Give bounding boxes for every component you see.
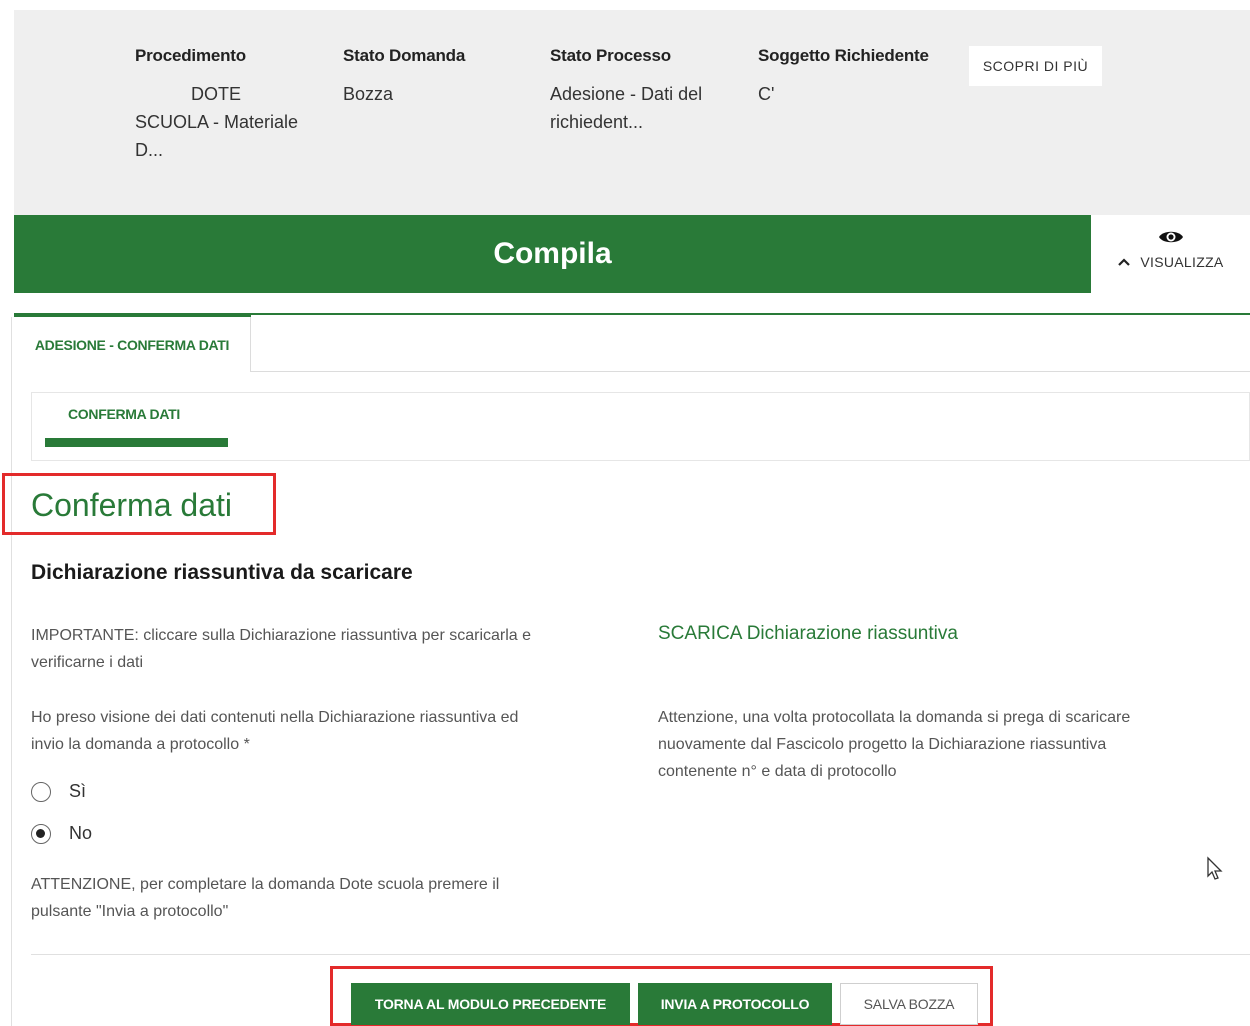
mouse-pointer-icon [1207, 856, 1223, 880]
section-subtitle: Dichiarazione riassuntiva da scaricare [31, 561, 413, 584]
scarica-dichiarazione-link[interactable]: SCARICA Dichiarazione riassuntiva [658, 623, 958, 645]
procedimento-value: DOTE SCUOLA - Materiale D... [135, 84, 299, 160]
attention-note-right: Attenzione, una volta protocollata la do… [658, 709, 1131, 780]
tab-divider [251, 371, 1250, 372]
radio-no-label: No [69, 823, 93, 843]
stato-processo-label: Stato Processo [550, 46, 671, 65]
invia-a-protocollo-button[interactable]: INVIA A PROTOCOLLO [638, 983, 832, 1025]
soggetto-richiedente-label: Soggetto Richiedente [758, 46, 929, 65]
radio-option-si[interactable]: Sì [31, 781, 86, 802]
compila-header: Compila [14, 215, 1091, 293]
scopri-di-piu-button[interactable]: SCOPRI DI PIÙ [969, 46, 1102, 86]
tab-label: ADESIONE - CONFERMA DATI [34, 336, 230, 353]
visualizza-toggle[interactable]: VISUALIZZA [1091, 215, 1250, 293]
visualizza-label: VISUALIZZA [1140, 254, 1224, 270]
radio-si-label: Sì [69, 781, 87, 801]
radio-no[interactable] [31, 823, 51, 844]
stato-processo-value: Adesione - Dati del richiedent... [550, 84, 703, 132]
active-subtab-indicator [45, 438, 228, 447]
soggetto-richiedente-column: Soggetto Richiedente C' [758, 46, 948, 108]
important-note: IMPORTANTE: cliccare sulla Dichiarazione… [31, 627, 532, 671]
procedimento-label: Procedimento [135, 46, 246, 65]
stato-domanda-column: Stato Domanda Bozza [343, 46, 533, 108]
tab-adesione-conferma-dati[interactable]: ADESIONE - CONFERMA DATI [14, 317, 251, 372]
radio-si[interactable] [31, 781, 51, 802]
procedimento-column: Procedimento DOTE SCUOLA - Materiale D..… [135, 46, 325, 164]
salva-bozza-button[interactable]: SALVA BOZZA [840, 983, 978, 1025]
content-border [11, 317, 12, 1026]
torna-al-modulo-precedente-button[interactable]: TORNA AL MODULO PRECEDENTE [351, 983, 630, 1025]
stato-processo-column: Stato Processo Adesione - Dati del richi… [550, 46, 740, 136]
confirmation-question: Ho preso visione dei dati contenuti nell… [31, 709, 519, 753]
radio-option-no[interactable]: No [31, 823, 92, 844]
stato-domanda-value: Bozza [343, 84, 394, 104]
actions-separator [31, 954, 1250, 955]
stato-domanda-label: Stato Domanda [343, 46, 466, 65]
attention-note-bottom: ATTENZIONE, per completare la domanda Do… [31, 876, 500, 920]
compila-title: Compila [493, 237, 612, 270]
eye-icon [1158, 231, 1183, 243]
procedure-info-band: Procedimento DOTE SCUOLA - Materiale D..… [14, 10, 1250, 215]
soggetto-richiedente-value: C' [758, 84, 775, 104]
chevron-up-icon [1118, 258, 1131, 266]
page-title: Conferma dati [31, 487, 232, 523]
